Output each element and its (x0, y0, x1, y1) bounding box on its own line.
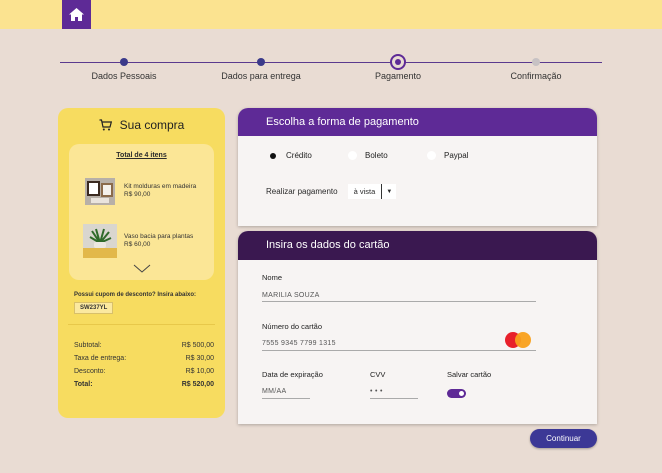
radio-credito[interactable]: Crédito (270, 151, 312, 160)
item-price: R$ 90,00 (124, 191, 151, 198)
summary-value: R$ 10,00 (185, 368, 214, 375)
radio-label: Paypal (444, 151, 469, 160)
coupon-input[interactable]: SW237YL (74, 302, 114, 314)
step-dot (257, 58, 265, 66)
step-confirmacao[interactable]: Confirmação (476, 52, 596, 81)
items-total-header: Total de 4 itens (116, 152, 167, 159)
radio-boleto[interactable]: Boleto (348, 151, 388, 160)
card-panel: Insira os dados do cartão Nome MARILIA S… (238, 231, 597, 424)
radio-label: Boleto (365, 151, 388, 160)
step-pagamento[interactable]: Pagamento (338, 52, 458, 81)
cart-items-box: Total de 4 itens Kit molduras em madeira… (69, 144, 214, 280)
summary-value: R$ 30,00 (185, 355, 214, 362)
summary-label: Taxa de entrega: (74, 355, 127, 362)
card-number-label: Número do cartão (262, 322, 323, 331)
summary-total: Total: R$ 520,00 (74, 381, 214, 388)
item-thumbnail-plant (83, 224, 117, 258)
cart-item[interactable]: Kit molduras em madeira R$ 90,00 (83, 174, 211, 208)
cvv-label: CVV (370, 370, 386, 379)
checkout-stepper: Dados Pessoais Dados para entrega Pagame… (60, 52, 602, 92)
summary-label: Subtotal: (74, 342, 102, 349)
step-dados-pessoais[interactable]: Dados Pessoais (64, 52, 184, 81)
summary-subtotal: Subtotal: R$ 500,00 (74, 342, 214, 349)
name-label: Nome (262, 273, 283, 282)
radio-paypal[interactable]: Paypal (427, 151, 468, 160)
installments-select[interactable]: à vista ▼ (347, 184, 397, 199)
cart-icon (99, 119, 112, 131)
name-underline (262, 301, 536, 302)
step-dados-entrega[interactable]: Dados para entrega (201, 52, 321, 81)
save-card-label: Salvar cartão (447, 370, 492, 379)
installments-label: Realizar pagamento (266, 187, 338, 196)
cart-panel: Sua compra Total de 4 itens Kit molduras… (58, 108, 225, 418)
cart-item[interactable]: Vaso bacia para plantas R$ 60,00 (83, 224, 211, 258)
expiry-underline (262, 398, 310, 399)
summary-discount: Desconto: R$ 10,00 (74, 368, 214, 375)
expiry-field[interactable]: MM/AA (262, 388, 286, 395)
summary-delivery: Taxa de entrega: R$ 30,00 (74, 355, 214, 362)
mastercard-icon (505, 332, 531, 348)
cvv-field[interactable]: • • • (370, 388, 383, 395)
summary-value: R$ 520,00 (181, 381, 214, 388)
step-dot (120, 58, 128, 66)
top-bar (0, 0, 662, 29)
summary-label: Total: (74, 381, 93, 388)
continue-button[interactable]: Continuar (530, 429, 597, 448)
save-card-toggle[interactable] (447, 389, 466, 398)
home-icon (69, 8, 84, 21)
caret-down-icon: ▼ (381, 184, 396, 199)
step-dot (532, 58, 540, 66)
summary-divider (68, 324, 215, 325)
step-label: Dados Pessoais (91, 71, 157, 81)
radio-unselected-icon (348, 151, 357, 160)
item-name: Kit molduras em madeira (124, 183, 197, 190)
cart-title-text: Sua compra (119, 118, 185, 132)
installments-value: à vista (353, 187, 376, 196)
coupon-label: Possui cupom de desconto? Insira abaixo: (74, 292, 197, 298)
radio-label: Crédito (286, 151, 312, 160)
installments-row: Realizar pagamento à vista ▼ (266, 184, 397, 199)
payment-method-title: Escolha a forma de pagamento (238, 108, 597, 136)
step-label: Dados para entrega (221, 71, 301, 81)
step-label: Confirmação (510, 71, 562, 81)
home-button[interactable] (62, 0, 91, 29)
item-name: Vaso bacia para plantas (124, 233, 194, 240)
expiry-label: Data de expiração (262, 370, 323, 379)
payment-method-panel: Escolha a forma de pagamento Crédito Bol… (238, 108, 597, 226)
summary-label: Desconto: (74, 368, 106, 375)
card-number-field[interactable]: 7555 9345 7799 1315 (262, 340, 336, 347)
step-label: Pagamento (374, 71, 422, 81)
radio-unselected-icon (427, 151, 436, 160)
radio-selected-icon (270, 152, 276, 159)
name-field[interactable]: MARILIA SOUZA (262, 292, 320, 299)
item-thumbnail-frames (83, 174, 117, 208)
item-price: R$ 60,00 (124, 241, 151, 248)
summary-value: R$ 500,00 (181, 342, 214, 349)
card-number-underline (262, 350, 536, 351)
chevron-down-icon[interactable] (133, 264, 151, 273)
cvv-underline (370, 398, 418, 399)
card-panel-title: Insira os dados do cartão (238, 231, 597, 260)
cart-title: Sua compra (58, 118, 225, 132)
step-dot-current (390, 54, 406, 70)
